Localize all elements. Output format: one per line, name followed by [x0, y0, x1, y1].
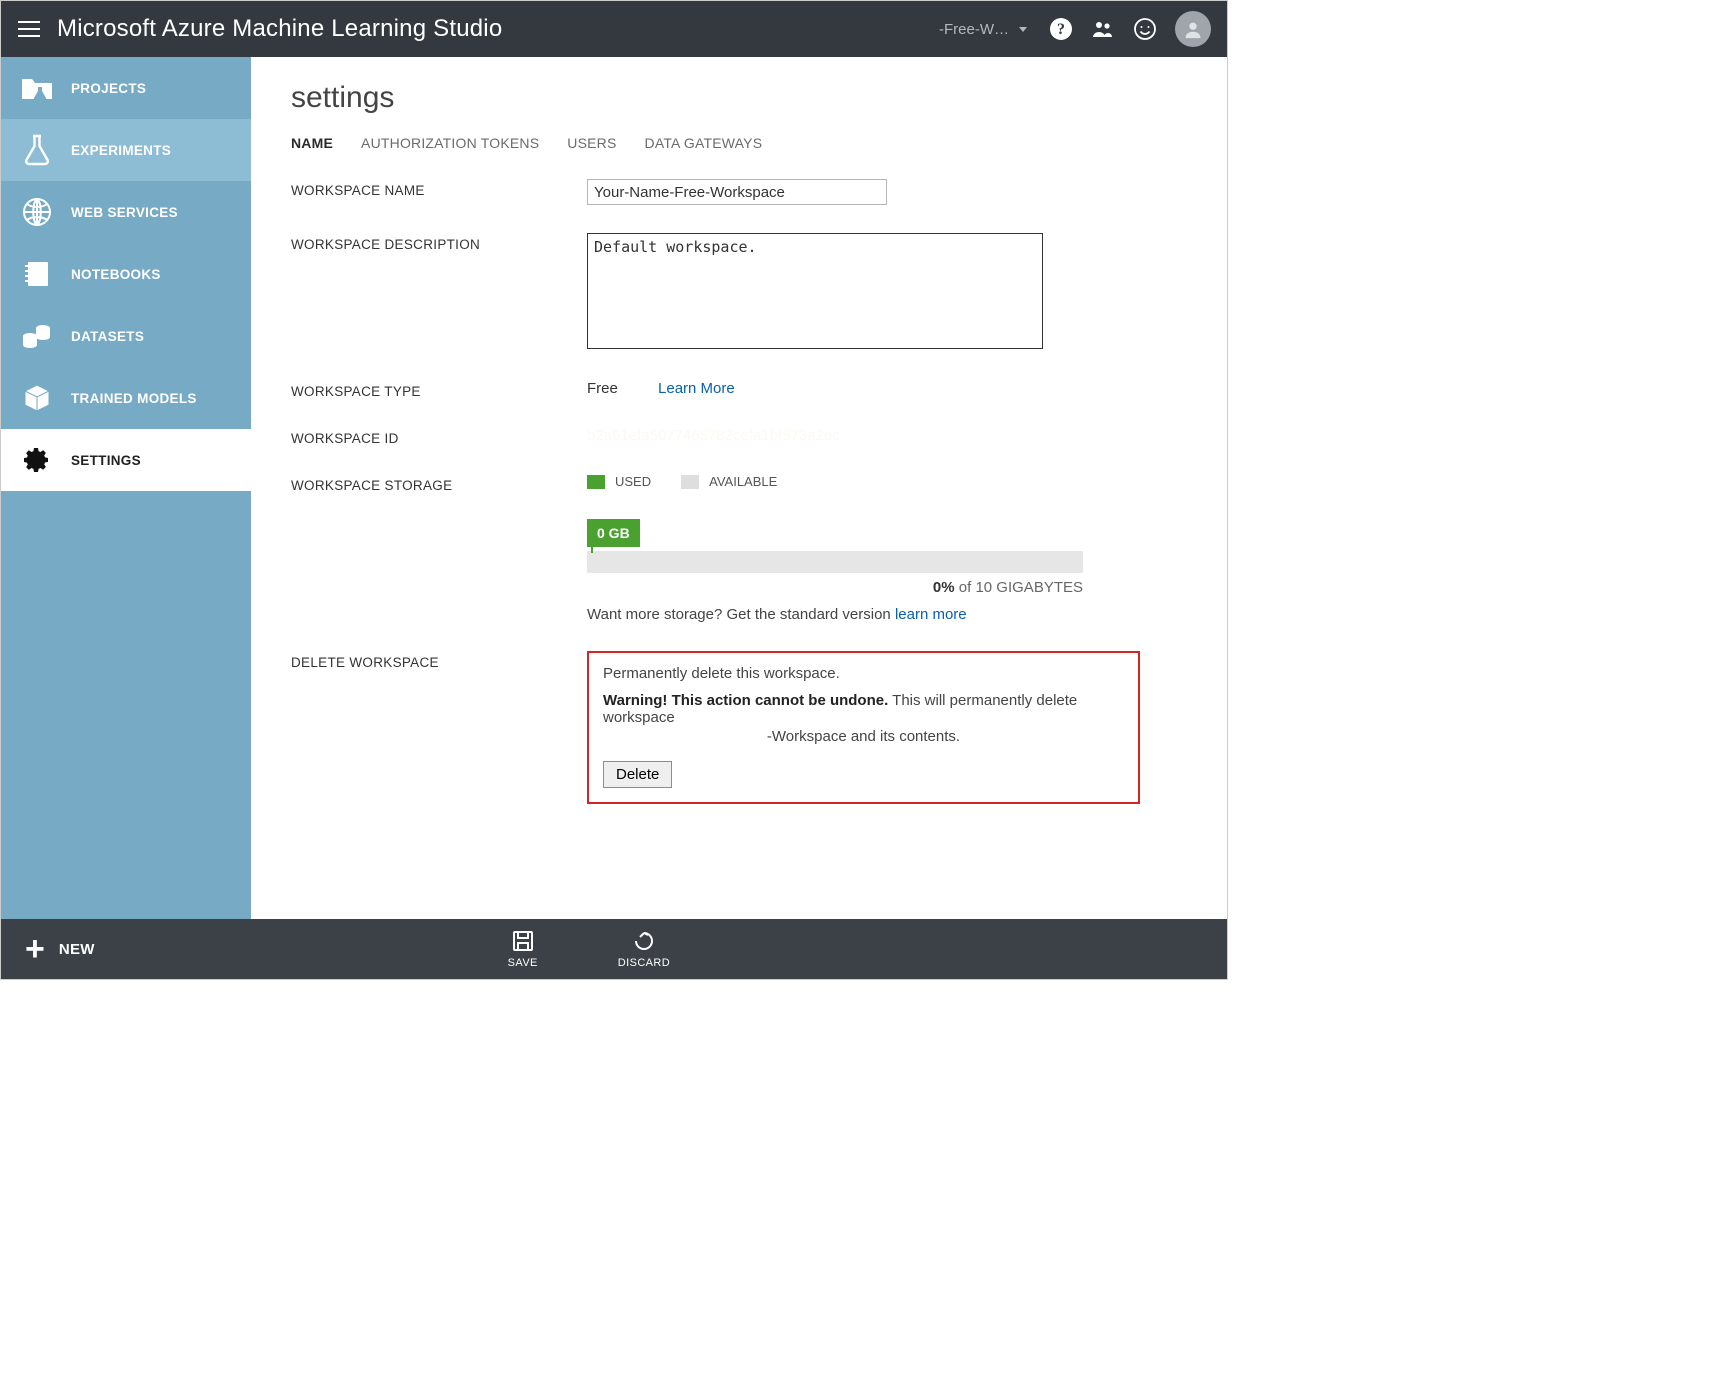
gear-icon: [19, 442, 55, 478]
sidebar: PROJECTS EXPERIMENTS WEB SERVICES NOTEBO…: [1, 57, 251, 919]
app-title: Microsoft Azure Machine Learning Studio: [57, 15, 502, 43]
swatch-available-icon: [681, 475, 699, 489]
svg-text:?: ?: [1057, 21, 1065, 38]
tab-name[interactable]: NAME: [291, 135, 333, 151]
discard-label: DISCARD: [618, 957, 670, 969]
workspace-id-value: b2a61efa5077465782cefa1bf573a2ec: [587, 427, 840, 444]
tab-authorization-tokens[interactable]: AUTHORIZATION TOKENS: [361, 135, 539, 151]
delete-line-1: Permanently delete this workspace.: [603, 665, 1124, 682]
storage-legend: USED AVAILABLE: [587, 474, 1187, 489]
learn-more-link[interactable]: Learn More: [658, 380, 735, 397]
sidebar-item-label: WEB SERVICES: [71, 205, 178, 220]
label-delete-workspace: DELETE WORKSPACE: [291, 651, 587, 670]
hamburger-menu-icon[interactable]: [1, 1, 57, 57]
delete-line-3: -Workspace and its contents.: [603, 728, 1124, 745]
save-label: SAVE: [508, 957, 538, 969]
sidebar-item-label: TRAINED MODELS: [71, 391, 197, 406]
sidebar-item-datasets[interactable]: DATASETS: [1, 305, 251, 367]
main-content: settings NAME AUTHORIZATION TOKENS USERS…: [251, 57, 1227, 919]
sidebar-item-settings[interactable]: SETTINGS: [1, 429, 251, 491]
user-avatar[interactable]: [1175, 11, 1211, 47]
storage-used-badge: 0 GB: [587, 519, 640, 547]
discard-button[interactable]: DISCARD: [618, 929, 670, 969]
save-icon: [511, 929, 535, 953]
delete-button[interactable]: Delete: [603, 761, 672, 788]
feedback-smile-icon[interactable]: [1133, 17, 1157, 41]
globe-icon: [19, 194, 55, 230]
usage-total: of 10 GIGABYTES: [955, 579, 1083, 596]
label-workspace-storage: WORKSPACE STORAGE: [291, 474, 587, 493]
cube-icon: [19, 380, 55, 416]
workspace-name-input[interactable]: [587, 179, 887, 205]
sidebar-item-experiments[interactable]: EXPERIMENTS: [1, 119, 251, 181]
swatch-used-icon: [587, 475, 605, 489]
learn-more-storage-link[interactable]: learn more: [895, 606, 967, 623]
sidebar-item-projects[interactable]: PROJECTS: [1, 57, 251, 119]
sidebar-item-label: NOTEBOOKS: [71, 267, 161, 282]
delete-workspace-panel: Permanently delete this workspace. Warni…: [587, 651, 1140, 804]
sidebar-item-web-services[interactable]: WEB SERVICES: [1, 181, 251, 243]
sidebar-item-label: PROJECTS: [71, 81, 146, 96]
sidebar-item-notebooks[interactable]: NOTEBOOKS: [1, 243, 251, 305]
tab-data-gateways[interactable]: DATA GATEWAYS: [645, 135, 763, 151]
top-bar: Microsoft Azure Machine Learning Studio …: [1, 1, 1227, 57]
sidebar-item-label: EXPERIMENTS: [71, 143, 171, 158]
chevron-down-icon: [1019, 27, 1027, 32]
legend-used-label: USED: [615, 474, 651, 489]
workspace-type-value: Free: [587, 380, 618, 397]
new-label: NEW: [59, 941, 95, 958]
database-icon: [19, 318, 55, 354]
workspace-description-textarea[interactable]: [587, 233, 1043, 349]
delete-warning: Warning! This action cannot be undone. T…: [603, 692, 1124, 726]
discard-icon: [632, 929, 656, 953]
workspace-dropdown[interactable]: -Free-W…: [929, 21, 1037, 38]
bottom-bar: + NEW SAVE DISCARD: [1, 919, 1227, 979]
storage-usage-bar: [587, 551, 1083, 573]
flask-icon: [19, 132, 55, 168]
page-title: settings: [291, 81, 1187, 115]
plus-icon: +: [25, 932, 45, 966]
usage-percent: 0%: [933, 579, 955, 596]
save-button[interactable]: SAVE: [508, 929, 538, 969]
label-workspace-description: WORKSPACE DESCRIPTION: [291, 233, 587, 252]
folder-flask-icon: [19, 70, 55, 106]
storage-usage-caption: 0% of 10 GIGABYTES: [587, 579, 1083, 596]
legend-available-label: AVAILABLE: [709, 474, 777, 489]
notebook-icon: [19, 256, 55, 292]
help-icon[interactable]: ?: [1049, 17, 1073, 41]
sidebar-item-trained-models[interactable]: TRAINED MODELS: [1, 367, 251, 429]
workspace-dropdown-label: -Free-W…: [939, 21, 1009, 38]
new-button[interactable]: + NEW: [25, 932, 95, 966]
tabs: NAME AUTHORIZATION TOKENS USERS DATA GAT…: [291, 135, 1187, 151]
users-icon[interactable]: [1091, 17, 1115, 41]
sidebar-item-label: SETTINGS: [71, 453, 141, 468]
label-workspace-name: WORKSPACE NAME: [291, 179, 587, 198]
label-workspace-id: WORKSPACE ID: [291, 427, 587, 446]
tab-users[interactable]: USERS: [567, 135, 616, 151]
sidebar-item-label: DATASETS: [71, 329, 144, 344]
more-storage-text: Want more storage? Get the standard vers…: [587, 606, 1187, 623]
label-workspace-type: WORKSPACE TYPE: [291, 380, 587, 399]
